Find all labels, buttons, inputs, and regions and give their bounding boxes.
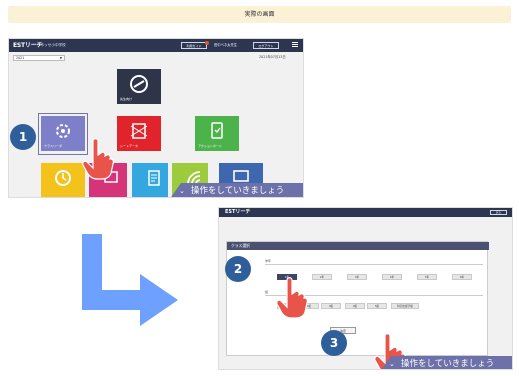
class-button-3[interactable]: 3組 [321,303,341,309]
tile-sheet[interactable]: シートデータ [117,116,161,151]
teacher-name: 田中ベネ太先生 [214,43,238,47]
target-icon [130,75,148,93]
step-number: 1 [18,130,28,144]
tile-label: シートデータ [120,144,139,148]
divider [265,264,483,265]
class-button-special[interactable]: 特別支援学級 [391,303,419,309]
top-screenshot: ESTリーチ ベネッセ小中学校 利用ガイド 田中ベネ太先生 ログアウト 2021… [8,38,304,198]
current-date: 2021年07月13日 [259,55,286,59]
tile-label: 先生向け [120,97,133,101]
guide-button[interactable]: 利用ガイド [181,42,207,49]
top-app-bar: ESTリーチ ベネッセ小中学校 利用ガイド 田中ベネ太先生 ログアウト [9,39,303,52]
back-button[interactable]: 戻る [490,210,507,215]
year-select[interactable]: 2021 ▼ [13,55,65,61]
tile-action[interactable]: アクションボード [195,116,239,151]
bottom-app-bar: ESTリーチ 戻る [219,208,512,217]
grade-button-5[interactable]: 5年 [417,274,437,280]
grade-button-6[interactable]: 6年 [452,274,472,280]
tile-label: アクションボード [198,144,222,148]
step-number: 3 [329,336,339,350]
instruction-banner: ⌄ 操作をしていきましょう [169,183,303,197]
l-arrow-icon [82,234,178,326]
chevron-down-icon: ⌄ [389,360,395,368]
class-select-dialog: クラス選択 学年 1年 2年 3年 4年 5年 6年 組 1組 2組 3組 4組… [226,241,489,356]
class-section-label: 組 [265,290,269,294]
step-badge-3: 3 [321,330,347,356]
hamburger-menu-icon[interactable] [292,42,298,48]
year-select-value: 2021 [16,56,25,60]
header-title: 実際の画面 [244,11,275,18]
instruction-banner: ⌄ 操作をしていきましょう [379,356,512,369]
class-button-4[interactable]: 4組 [345,303,365,309]
banner-text: 操作をしていきましょう [401,359,495,369]
tablet-icon [211,122,223,139]
page-header: 実際の画面 [8,6,511,23]
notification-dot [205,40,209,45]
bottom-screenshot: ESTリーチ 戻る クラス選択 学年 1年 2年 3年 4年 5年 6年 組 1… [218,207,513,370]
pointing-hand-icon [82,138,114,180]
dialog-title: クラス選択 [227,242,489,250]
page: 実際の画面 ESTリーチ ベネッセ小中学校 利用ガイド 田中ベネ太先生 ログアウ… [0,0,519,376]
app-logo: ESTリーチ [225,209,251,215]
grade-button-4[interactable]: 4年 [382,274,402,280]
tile-clock[interactable] [41,163,85,197]
chevron-down-icon: ⌄ [179,187,185,195]
tile-document[interactable] [132,163,168,197]
class-button-5[interactable]: 5組 [367,303,387,309]
grade-button-2[interactable]: 2年 [312,274,332,280]
school-name: ベネッセ小中学校 [37,43,66,47]
chevron-down-icon: ▼ [59,56,62,60]
pointing-hand-icon [276,277,308,319]
network-icon [130,123,148,139]
grade-button-3[interactable]: 3年 [347,274,367,280]
doc-icon [148,170,160,186]
grade-section-label: 学年 [265,259,272,263]
clock-icon [55,170,71,186]
logout-button[interactable]: ログアウト [253,42,279,49]
tile-teacher[interactable]: 先生向け [117,69,161,104]
step-number: 2 [233,262,243,276]
step-badge-2: 2 [225,256,251,282]
banner-text: 操作をしていきましょう [191,186,285,196]
step-badge-1: 1 [10,124,36,150]
